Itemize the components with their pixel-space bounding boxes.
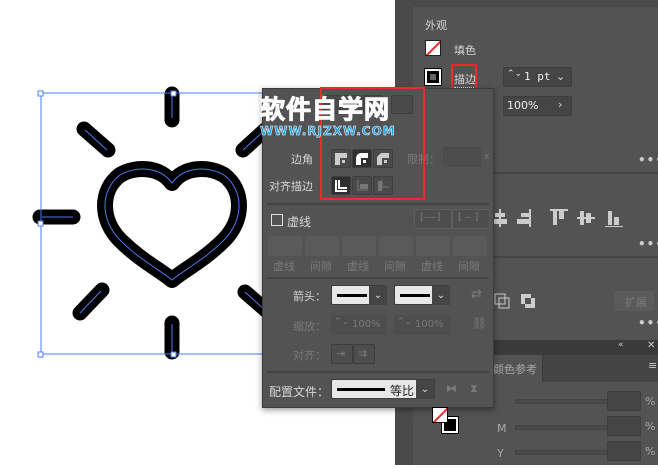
percent-label: % (645, 420, 656, 433)
dash-label: 虚线 (421, 260, 443, 273)
stroke-options-popup: 边角 限制： x 对齐描边 虚线 [‒‒] [ ‒ ] 虚线 间隙 虚线 间隙 … (262, 87, 494, 408)
more-options-icon[interactable]: ••• (638, 237, 658, 251)
channel-input-m[interactable] (607, 416, 641, 436)
scale-label: 缩放： (293, 320, 326, 333)
stepper-icon[interactable]: ⌃⌄ (507, 69, 522, 79)
align-stroke-label: 对齐描边 (269, 180, 313, 193)
chevron-right-icon[interactable]: › (558, 98, 562, 111)
panel-menu-icon[interactable]: ≡ (648, 359, 657, 372)
close-icon[interactable]: ✕ (647, 340, 655, 351)
channel-input-y[interactable] (607, 441, 641, 461)
channel-slider-y[interactable] (515, 450, 617, 455)
pathfinder-icons[interactable] (493, 292, 543, 314)
limit-field[interactable] (443, 147, 481, 167)
dashed-checkbox[interactable] (271, 214, 283, 226)
dash-label: 虚线 (273, 260, 295, 273)
channel-slider[interactable] (515, 399, 617, 404)
arrow-extend-button[interactable]: ⇥ (331, 344, 353, 364)
chevron-down-icon[interactable]: ⌄ (556, 70, 565, 83)
flip-vertical-icon[interactable]: ⧗ (470, 382, 478, 396)
chevron-down-icon[interactable]: ⌄ (416, 380, 434, 399)
dashed-label: 虚线 (287, 215, 312, 229)
end-scale-field[interactable]: ⌃⌄ 100% (394, 315, 450, 335)
profile-label: 配置文件： (269, 385, 330, 399)
percent-label: % (645, 395, 656, 408)
arrowheads-label: 箭头： (293, 290, 326, 303)
gap-field[interactable] (453, 236, 487, 256)
swap-arrows-icon[interactable]: ⇄ (471, 287, 482, 302)
gap-field[interactable] (379, 236, 413, 256)
channel-input[interactable] (607, 391, 641, 411)
arrow-inside-button[interactable]: ⇉ (353, 344, 375, 364)
stroke-weight-value[interactable]: 1 pt (524, 70, 551, 83)
channel-label-m: M (497, 422, 507, 435)
fill-swatch-none-icon[interactable] (432, 407, 448, 423)
gap-label: 间隙 (310, 260, 332, 273)
channel-label-y: Y (497, 447, 504, 460)
profile-select[interactable]: 等比 ⌄ (331, 379, 435, 399)
dash-field[interactable] (416, 236, 450, 256)
dash-field[interactable] (268, 236, 302, 256)
chevron-down-icon[interactable]: ⌄ (432, 286, 450, 305)
more-options-icon[interactable]: ••• (638, 153, 658, 167)
fill-label: 填色 (454, 44, 476, 57)
dash-preserve-button[interactable]: [‒‒] (414, 209, 452, 229)
dash-align-corners-button[interactable]: [ ‒ ] (452, 209, 490, 229)
gap-field[interactable] (305, 236, 339, 256)
dash-field[interactable] (342, 236, 376, 256)
stroke-swatch-icon[interactable] (425, 69, 441, 85)
start-arrow-select[interactable]: ⌄ (331, 285, 387, 305)
channel-slider-m[interactable] (515, 425, 617, 430)
stroke-weight-field[interactable]: ⌃⌄ 1 pt ⌄ (503, 67, 572, 87)
fill-swatch-none-icon[interactable] (425, 40, 441, 56)
chevron-down-icon[interactable]: ⌄ (369, 286, 387, 305)
arrow-align-label: 对齐： (293, 349, 326, 362)
align-buttons-icons[interactable] (493, 207, 643, 229)
appearance-heading: 外观 (425, 19, 447, 32)
expand-button[interactable]: 扩展 (614, 291, 654, 311)
flip-horizontal-icon[interactable]: ⧓ (446, 382, 457, 395)
more-options-icon[interactable]: ••• (638, 316, 658, 330)
end-arrow-select[interactable]: ⌄ (394, 285, 450, 305)
limit-suffix: x (484, 152, 490, 162)
collapse-icon[interactable]: « (618, 340, 624, 350)
dash-label: 虚线 (347, 260, 369, 273)
gap-label: 间隙 (458, 260, 480, 273)
start-scale-field[interactable]: ⌃⌄ 100% (331, 315, 387, 335)
link-scale-icon[interactable]: ⛓ (472, 316, 487, 330)
corner-label: 边角 (291, 153, 313, 166)
gap-label: 间隙 (384, 260, 406, 273)
opacity-value[interactable]: 100% (507, 99, 538, 112)
percent-label: % (645, 445, 656, 458)
opacity-field[interactable]: 100% › (503, 96, 572, 116)
highlight-box (320, 87, 425, 200)
